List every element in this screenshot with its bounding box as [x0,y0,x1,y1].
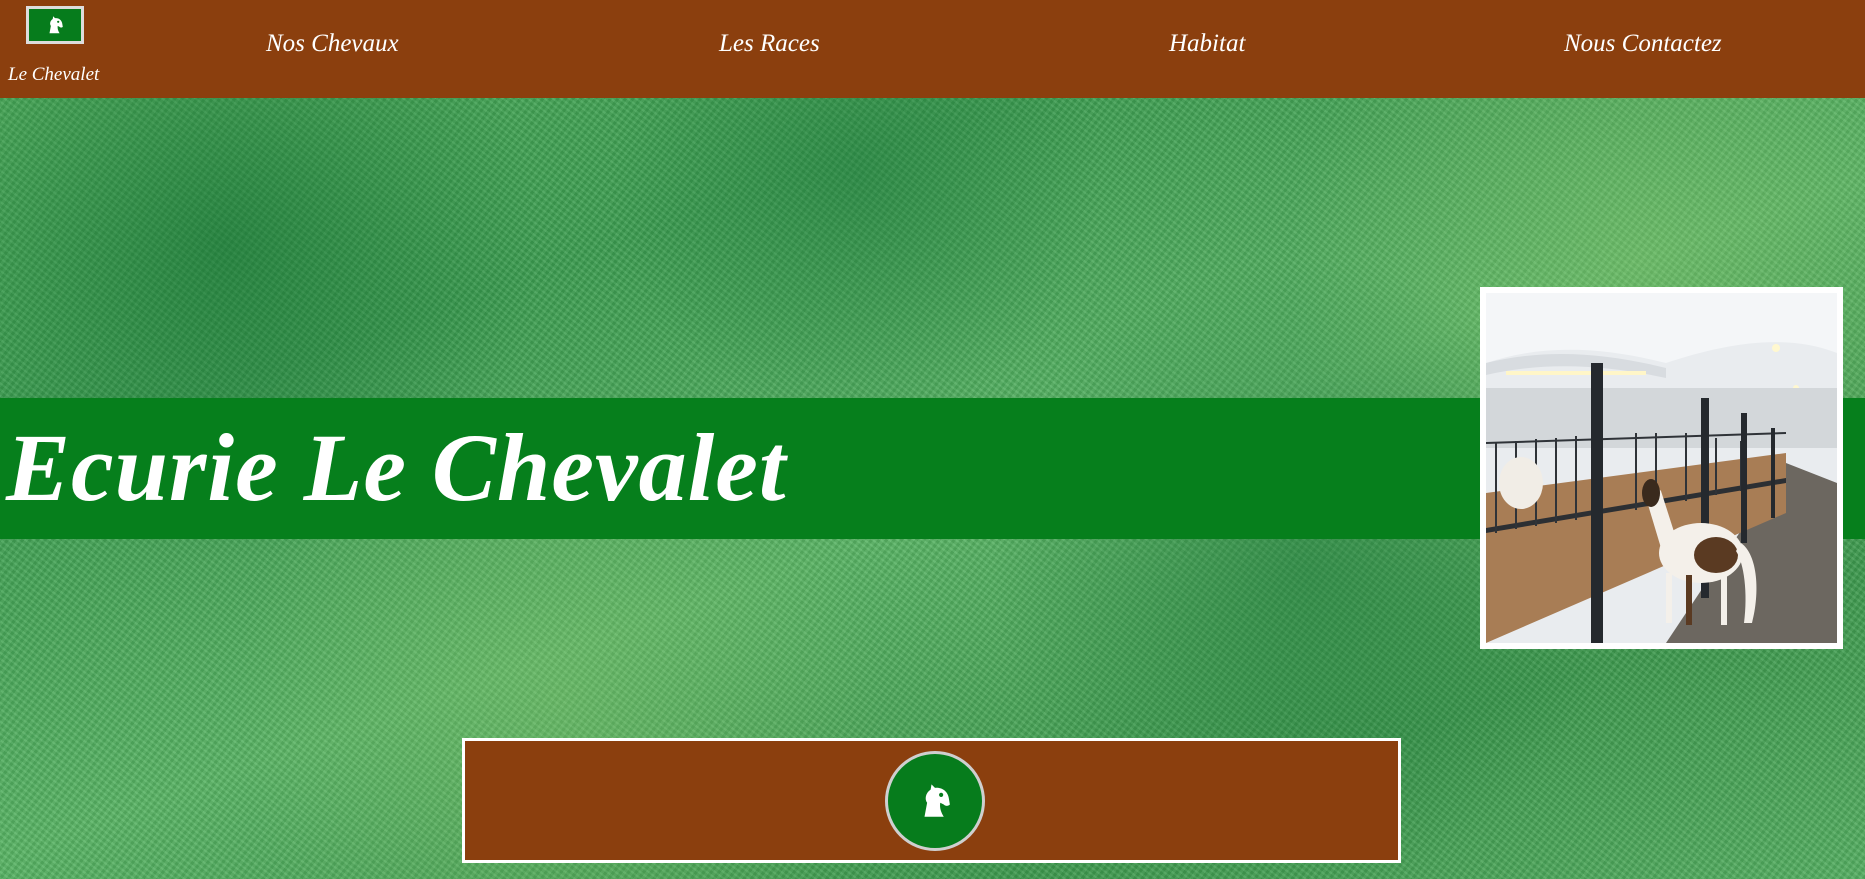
brand-name: Le Chevalet [8,64,100,85]
nav-nous-contactez[interactable]: Nous Contactez [1564,30,1722,58]
stable-photo [1480,287,1843,649]
nav-habitat[interactable]: Habitat [1169,30,1245,58]
horse-head-icon [49,16,63,34]
nav-nos-chevaux[interactable]: Nos Chevaux [266,30,399,58]
brand[interactable]: Le Chevalet [8,6,112,90]
top-navbar: Le Chevalet Nos Chevaux Les Races Habita… [0,0,1865,98]
nav-les-races[interactable]: Les Races [719,30,820,58]
brand-logo[interactable] [26,6,84,44]
hero-title: Ecurie Le Chevalet [6,414,787,521]
horse-head-icon [924,784,950,817]
footer-panel [462,738,1401,863]
footer-logo[interactable] [885,751,985,851]
stable-interior-image [1486,293,1837,643]
